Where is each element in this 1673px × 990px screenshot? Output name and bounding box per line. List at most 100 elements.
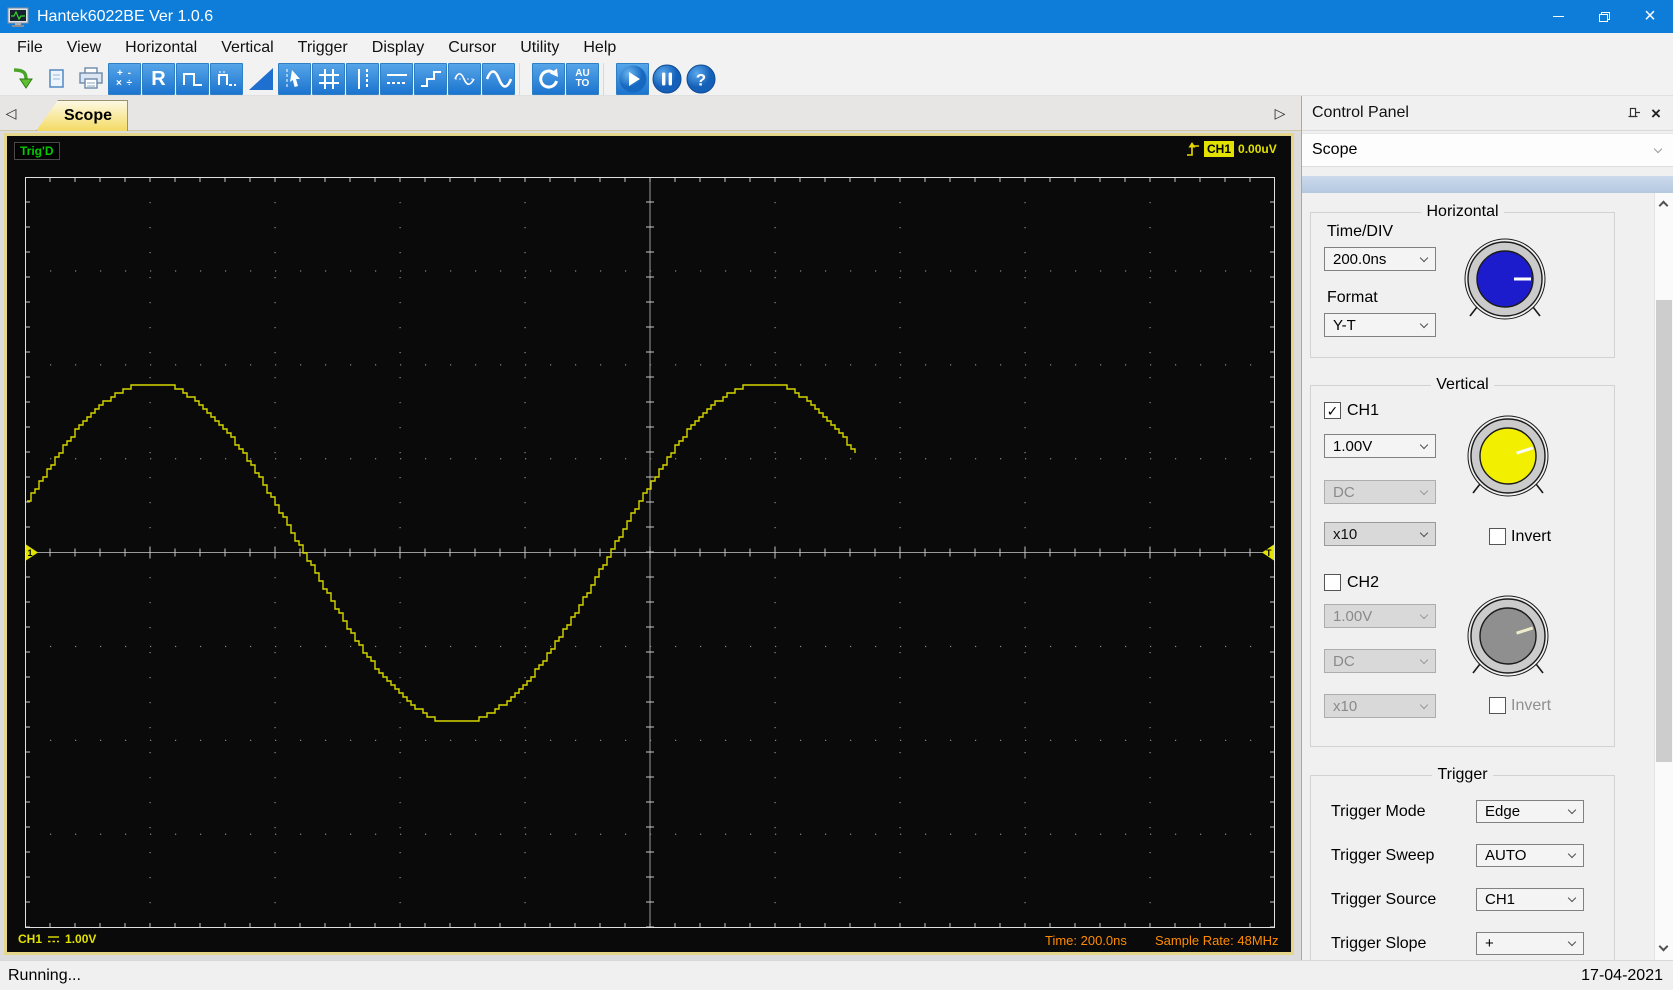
- maximize-button[interactable]: [1581, 0, 1627, 33]
- ch1-position-knob[interactable]: [1466, 414, 1550, 498]
- vertical-group-title: Vertical: [1431, 376, 1494, 393]
- ramp-button[interactable]: [244, 63, 277, 95]
- restore-icon: [1598, 11, 1610, 22]
- control-panel-selector[interactable]: Scope: [1302, 133, 1673, 167]
- trigger-source-select[interactable]: CH1: [1476, 888, 1584, 911]
- play-button[interactable]: [616, 62, 649, 95]
- ch2-invert-label: Invert: [1511, 697, 1552, 714]
- acquire-icon: [13, 67, 33, 89]
- undo-icon: [538, 68, 558, 88]
- menu-trigger[interactable]: Trigger: [286, 33, 360, 62]
- trigger-slope-select[interactable]: +: [1476, 932, 1584, 955]
- help-button[interactable]: ?: [684, 63, 717, 95]
- print-button[interactable]: [74, 63, 107, 95]
- trigger-mode-label: Trigger Mode: [1331, 803, 1426, 820]
- menu-help[interactable]: Help: [571, 33, 628, 62]
- control-panel-close-icon[interactable]: ×: [1647, 104, 1665, 122]
- cursor-button[interactable]: [278, 62, 311, 95]
- step-wave-button[interactable]: [414, 62, 447, 95]
- letter-icon: R: [151, 67, 166, 90]
- vertical-cursors-button[interactable]: [346, 62, 379, 95]
- trigger-level-value: 0.00uV: [1238, 142, 1277, 156]
- play-icon: [619, 65, 646, 92]
- svg-text:T: T: [1266, 548, 1272, 558]
- svg-text:?: ?: [695, 70, 705, 89]
- app-icon: [7, 7, 29, 27]
- menu-view[interactable]: View: [55, 33, 113, 62]
- svg-text:1: 1: [28, 548, 33, 558]
- sine-small-button[interactable]: [448, 62, 481, 95]
- sine-button[interactable]: [482, 62, 515, 95]
- trigger-group: Trigger Trigger Mode Edge Trigger Sweep AUT…: [1310, 766, 1615, 983]
- reference-button[interactable]: R: [142, 62, 175, 95]
- auto-icon: AU TO: [575, 67, 590, 89]
- ch1-label: CH1: [1347, 402, 1380, 419]
- sine2-icon: [485, 69, 512, 88]
- pause-icon: [652, 64, 681, 93]
- format-label: Format: [1327, 289, 1378, 306]
- time-div-select[interactable]: 200.0ns: [1324, 247, 1436, 271]
- trigger-mode-select[interactable]: Edge: [1476, 800, 1584, 823]
- scrollbar-thumb[interactable]: [1656, 300, 1672, 762]
- pulse2-icon: [217, 71, 236, 86]
- print-icon: [78, 66, 103, 89]
- ch2-checkbox[interactable]: [1324, 574, 1341, 591]
- status-date: 17-04-2021: [1581, 966, 1663, 984]
- vertical-group: Vertical ✓ CH1 1.00V DC x10 Invert CH2 1…: [1310, 376, 1615, 747]
- pause-button[interactable]: [650, 63, 683, 95]
- trigger-sweep-label: Trigger Sweep: [1331, 847, 1435, 864]
- horizontal-group-title: Horizontal: [1421, 203, 1504, 220]
- menu-file[interactable]: File: [5, 33, 55, 62]
- sample-rate-readout: Sample Rate: 48MHz: [1155, 933, 1279, 948]
- math-button[interactable]: + - × ÷: [108, 62, 141, 95]
- format-select[interactable]: Y-T: [1324, 313, 1436, 337]
- trigger-group-title: Trigger: [1432, 766, 1493, 783]
- pulse-measure-button[interactable]: [210, 62, 243, 95]
- dc-coupling-icon: [48, 935, 60, 942]
- autoset-button[interactable]: AU TO: [566, 62, 599, 95]
- tab-scope[interactable]: Scope: [36, 100, 128, 131]
- tab-scroll-left-icon[interactable]: ◁: [3, 103, 19, 123]
- trigger-status-badge: Trig'D: [14, 142, 60, 160]
- ch1-probe-select[interactable]: x10: [1324, 522, 1436, 546]
- channel1-label: CH1: [18, 932, 43, 946]
- grid-button[interactable]: [312, 62, 345, 95]
- trigger-slope-label: Trigger Slope: [1331, 935, 1427, 952]
- time-div-label: Time/DIV: [1327, 223, 1394, 240]
- scrollbar-up-icon[interactable]: [1654, 193, 1673, 213]
- highlight-strip: [1302, 176, 1673, 193]
- menu-bar: File View Horizontal Vertical Trigger Display…: [0, 33, 1673, 62]
- cursor-icon: [286, 68, 300, 89]
- menu-cursor[interactable]: Cursor: [436, 33, 508, 62]
- tab-scroll-right-icon[interactable]: ▷: [1272, 103, 1288, 123]
- menu-horizontal[interactable]: Horizontal: [113, 33, 209, 62]
- ch2-position-knob[interactable]: [1466, 594, 1550, 678]
- close-button[interactable]: ×: [1627, 0, 1673, 33]
- control-panel-title: Control Panel: [1312, 104, 1409, 121]
- scrollbar-down-icon[interactable]: [1654, 938, 1673, 958]
- pulse-button[interactable]: [176, 62, 209, 95]
- acquire-button[interactable]: [6, 63, 39, 95]
- grid-icon: [318, 68, 339, 89]
- horizontal-position-knob[interactable]: [1463, 237, 1547, 321]
- menu-display[interactable]: Display: [360, 33, 436, 62]
- menu-vertical[interactable]: Vertical: [209, 33, 285, 62]
- ch2-invert-checkbox[interactable]: [1489, 697, 1506, 714]
- ch1-invert-checkbox[interactable]: [1489, 528, 1506, 545]
- window-title: Hantek6022BE Ver 1.0.6: [37, 7, 214, 25]
- hantek-oscilloscope-app: Hantek6022BE Ver 1.0.6 × File View Horizon…: [0, 0, 1673, 990]
- status-text: Running...: [8, 966, 81, 984]
- pin-icon[interactable]: [1625, 104, 1643, 122]
- minimize-button[interactable]: [1535, 0, 1581, 33]
- horizontal-cursors-button[interactable]: [380, 62, 413, 95]
- file-button[interactable]: [40, 63, 73, 95]
- vcur-icon: [357, 68, 368, 89]
- time-per-div-readout: Time: 200.0ns: [1045, 933, 1127, 948]
- trigger-channel-badge: CH1: [1204, 141, 1235, 157]
- menu-utility[interactable]: Utility: [508, 33, 571, 62]
- trigger-sweep-select[interactable]: AUTO: [1476, 844, 1584, 867]
- ch1-volts-select[interactable]: 1.00V: [1324, 434, 1436, 458]
- hcur-icon: [386, 73, 407, 84]
- ch1-checkbox[interactable]: ✓: [1324, 402, 1341, 419]
- undo-button[interactable]: [532, 62, 565, 95]
